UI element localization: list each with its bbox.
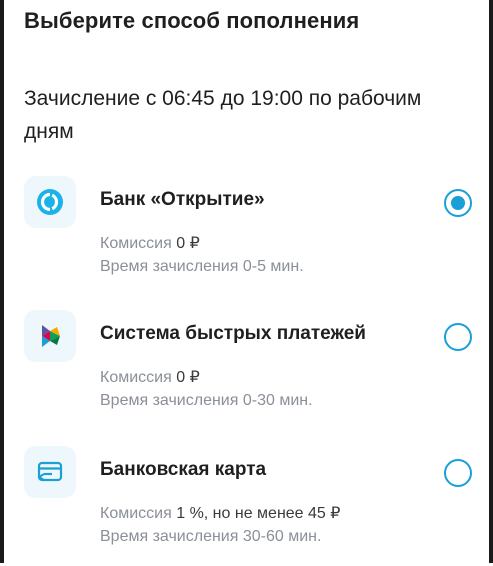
transfer-time: Время зачисления 30-60 мин. bbox=[100, 528, 322, 545]
payment-option-otkritie[interactable]: Банк «Открытие» Комиссия 0 ₽ Время зачис… bbox=[0, 176, 493, 296]
schedule-note: Зачисление с 06:45 до 19:00 по рабочим д… bbox=[24, 87, 422, 143]
payment-option-sbp[interactable]: Система быстрых платежей Комиссия 0 ₽ Вр… bbox=[0, 310, 493, 430]
commission-text: Комиссия 0 ₽ bbox=[100, 367, 200, 387]
option-title: Банковская карта bbox=[100, 459, 267, 480]
commission-label: Комиссия bbox=[100, 235, 172, 252]
commission-label: Комиссия bbox=[100, 369, 172, 386]
transfer-time: Время зачисления 0-5 мин. bbox=[100, 258, 304, 275]
transfer-time: Время зачисления 0-30 мин. bbox=[100, 392, 313, 409]
commission-text: Комиссия 0 ₽ bbox=[100, 233, 200, 253]
option-title: Система быстрых платежей bbox=[100, 323, 366, 344]
otkritie-logo-icon bbox=[24, 176, 76, 228]
radio-button-selected[interactable] bbox=[444, 189, 472, 217]
sbp-logo-icon bbox=[24, 310, 76, 362]
page-title: Выберите способ пополнения bbox=[24, 8, 360, 33]
bank-card-icon bbox=[24, 446, 76, 498]
radio-button[interactable] bbox=[444, 323, 472, 351]
option-title: Банк «Открытие» bbox=[100, 189, 265, 210]
commission-value: 1 %, но не менее 45 ₽ bbox=[176, 505, 341, 522]
commission-value: 0 ₽ bbox=[176, 369, 200, 386]
commission-label: Комиссия bbox=[100, 505, 172, 522]
commission-text: Комиссия 1 %, но не менее 45 ₽ bbox=[100, 503, 340, 523]
commission-value: 0 ₽ bbox=[176, 235, 200, 252]
radio-button[interactable] bbox=[444, 459, 472, 487]
payment-option-bank-card[interactable]: Банковская карта Комиссия 1 %, но не мен… bbox=[0, 446, 493, 566]
